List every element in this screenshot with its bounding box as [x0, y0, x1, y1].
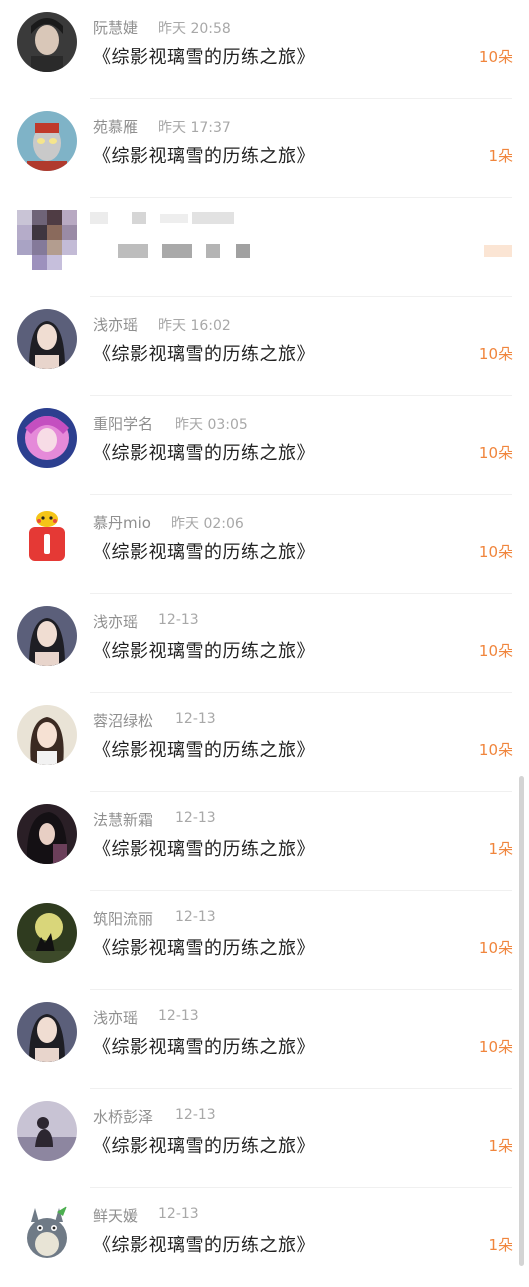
flower-count: 1朵	[488, 1137, 513, 1155]
avatar-anime-pink-icon[interactable]	[17, 408, 77, 468]
sender-name: 浅亦瑶	[93, 613, 139, 631]
timestamp: 12-13	[175, 810, 216, 826]
sender-name: 苑慕雁	[93, 118, 139, 136]
list-item-redacted[interactable]	[0, 198, 529, 297]
redacted-count	[484, 245, 512, 257]
timestamp: 昨天 20:58	[158, 21, 231, 37]
list-item[interactable]: 蓉沼绿松 12-13 《综影视璃雪的历练之旅》 10朵	[0, 693, 529, 792]
flower-count: 10朵	[478, 345, 513, 363]
flower-count: 10朵	[478, 741, 513, 759]
list-item[interactable]: 慕丹mio 昨天 02:06 《综影视璃雪的历练之旅》 10朵	[0, 495, 529, 594]
book-title: 《综影视璃雪的历练之旅》	[93, 938, 315, 959]
book-title: 《综影视璃雪的历练之旅》	[93, 542, 315, 563]
list-item[interactable]: 筑阳流丽 12-13 《综影视璃雪的历练之旅》 10朵	[0, 891, 529, 990]
flower-count: 10朵	[478, 543, 513, 561]
avatar-woman-dark-icon[interactable]	[17, 12, 77, 72]
timestamp: 12-13	[158, 1206, 199, 1222]
redacted-text	[236, 244, 250, 258]
redacted-text	[160, 214, 188, 223]
sender-name: 筑阳流丽	[93, 910, 154, 928]
book-title: 《综影视璃雪的历练之旅》	[93, 47, 315, 68]
list-item[interactable]: 法慧新霜 12-13 《综影视璃雪的历练之旅》 1朵	[0, 792, 529, 891]
book-title: 《综影视璃雪的历练之旅》	[93, 1136, 315, 1157]
book-title: 《综影视璃雪的历练之旅》	[93, 1037, 315, 1058]
timestamp: 12-13	[158, 612, 199, 628]
sender-name: 浅亦瑶	[93, 316, 139, 334]
avatar-ultraman-icon[interactable]	[17, 111, 77, 171]
list-item[interactable]: 水桥彭泽 12-13 《综影视璃雪的历练之旅》 1朵	[0, 1089, 529, 1188]
avatar-totoro-icon[interactable]	[17, 1200, 77, 1260]
redacted-text	[118, 244, 148, 258]
timestamp: 昨天 17:37	[158, 120, 231, 136]
timestamp: 昨天 16:02	[158, 318, 231, 334]
list-item[interactable]: 鲜天媛 12-13 《综影视璃雪的历练之旅》 1朵	[0, 1188, 529, 1287]
timestamp: 昨天 03:05	[175, 417, 248, 433]
sender-name: 重阳学名	[93, 415, 154, 433]
book-title: 《综影视璃雪的历练之旅》	[93, 839, 315, 860]
avatar-anime-dark-hair-icon[interactable]	[17, 804, 77, 864]
sender-name: 法慧新霜	[93, 811, 154, 829]
book-title: 《综影视璃雪的历练之旅》	[93, 443, 315, 464]
list-item[interactable]: 重阳学名 昨天 03:05 《综影视璃雪的历练之旅》 10朵	[0, 396, 529, 495]
list-item[interactable]: 浅亦瑶 12-13 《综影视璃雪的历练之旅》 10朵	[0, 594, 529, 693]
sender-name: 水桥彭泽	[93, 1108, 154, 1126]
avatar-pixelated-icon	[17, 210, 77, 270]
redacted-text	[206, 244, 220, 258]
avatar-pikachu-sticker-icon[interactable]	[17, 507, 77, 567]
avatar-woman-portrait-icon[interactable]	[17, 1002, 77, 1062]
book-title: 《综影视璃雪的历练之旅》	[93, 740, 315, 761]
timestamp: 12-13	[175, 1107, 216, 1123]
flower-count: 1朵	[488, 840, 513, 858]
sender-name: 慕丹mio	[93, 514, 151, 532]
sender-name: 阮慧婕	[93, 19, 139, 37]
gift-record-list: 阮慧婕 昨天 20:58 《综影视璃雪的历练之旅》 10朵 苑慕雁 昨天 17:…	[0, 0, 529, 1287]
list-item[interactable]: 浅亦瑶 昨天 16:02 《综影视璃雪的历练之旅》 10朵	[0, 297, 529, 396]
sender-name: 鲜天媛	[93, 1207, 139, 1225]
flower-count: 1朵	[488, 1236, 513, 1254]
book-title: 《综影视璃雪的历练之旅》	[93, 344, 315, 365]
timestamp: 12-13	[158, 1008, 199, 1024]
flower-count: 10朵	[478, 642, 513, 660]
book-title: 《综影视璃雪的历练之旅》	[93, 641, 315, 662]
list-item[interactable]: 苑慕雁 昨天 17:37 《综影视璃雪的历练之旅》 1朵	[0, 99, 529, 198]
flower-count: 10朵	[478, 48, 513, 66]
redacted-text	[90, 212, 108, 224]
list-item[interactable]: 浅亦瑶 12-13 《综影视璃雪的历练之旅》 10朵	[0, 990, 529, 1089]
redacted-text	[132, 212, 146, 224]
sender-name: 浅亦瑶	[93, 1009, 139, 1027]
flower-count: 10朵	[478, 1038, 513, 1056]
timestamp: 12-13	[175, 711, 216, 727]
avatar-sitting-figure-icon[interactable]	[17, 1101, 77, 1161]
redacted-text	[192, 212, 234, 224]
book-title: 《综影视璃雪的历练之旅》	[93, 146, 315, 167]
avatar-woman-portrait-icon[interactable]	[17, 309, 77, 369]
flower-count: 1朵	[488, 147, 513, 165]
timestamp: 12-13	[175, 909, 216, 925]
flower-count: 10朵	[478, 444, 513, 462]
timestamp: 昨天 02:06	[171, 516, 244, 532]
avatar-wolf-moon-icon[interactable]	[17, 903, 77, 963]
sender-name: 蓉沼绿松	[93, 712, 154, 730]
scrollbar[interactable]	[519, 776, 524, 1266]
avatar-woman-portrait-icon[interactable]	[17, 606, 77, 666]
flower-count: 10朵	[478, 939, 513, 957]
redacted-text	[162, 244, 192, 258]
avatar-girl-light-icon[interactable]	[17, 705, 77, 765]
list-item[interactable]: 阮慧婕 昨天 20:58 《综影视璃雪的历练之旅》 10朵	[0, 0, 529, 99]
book-title: 《综影视璃雪的历练之旅》	[93, 1235, 315, 1256]
